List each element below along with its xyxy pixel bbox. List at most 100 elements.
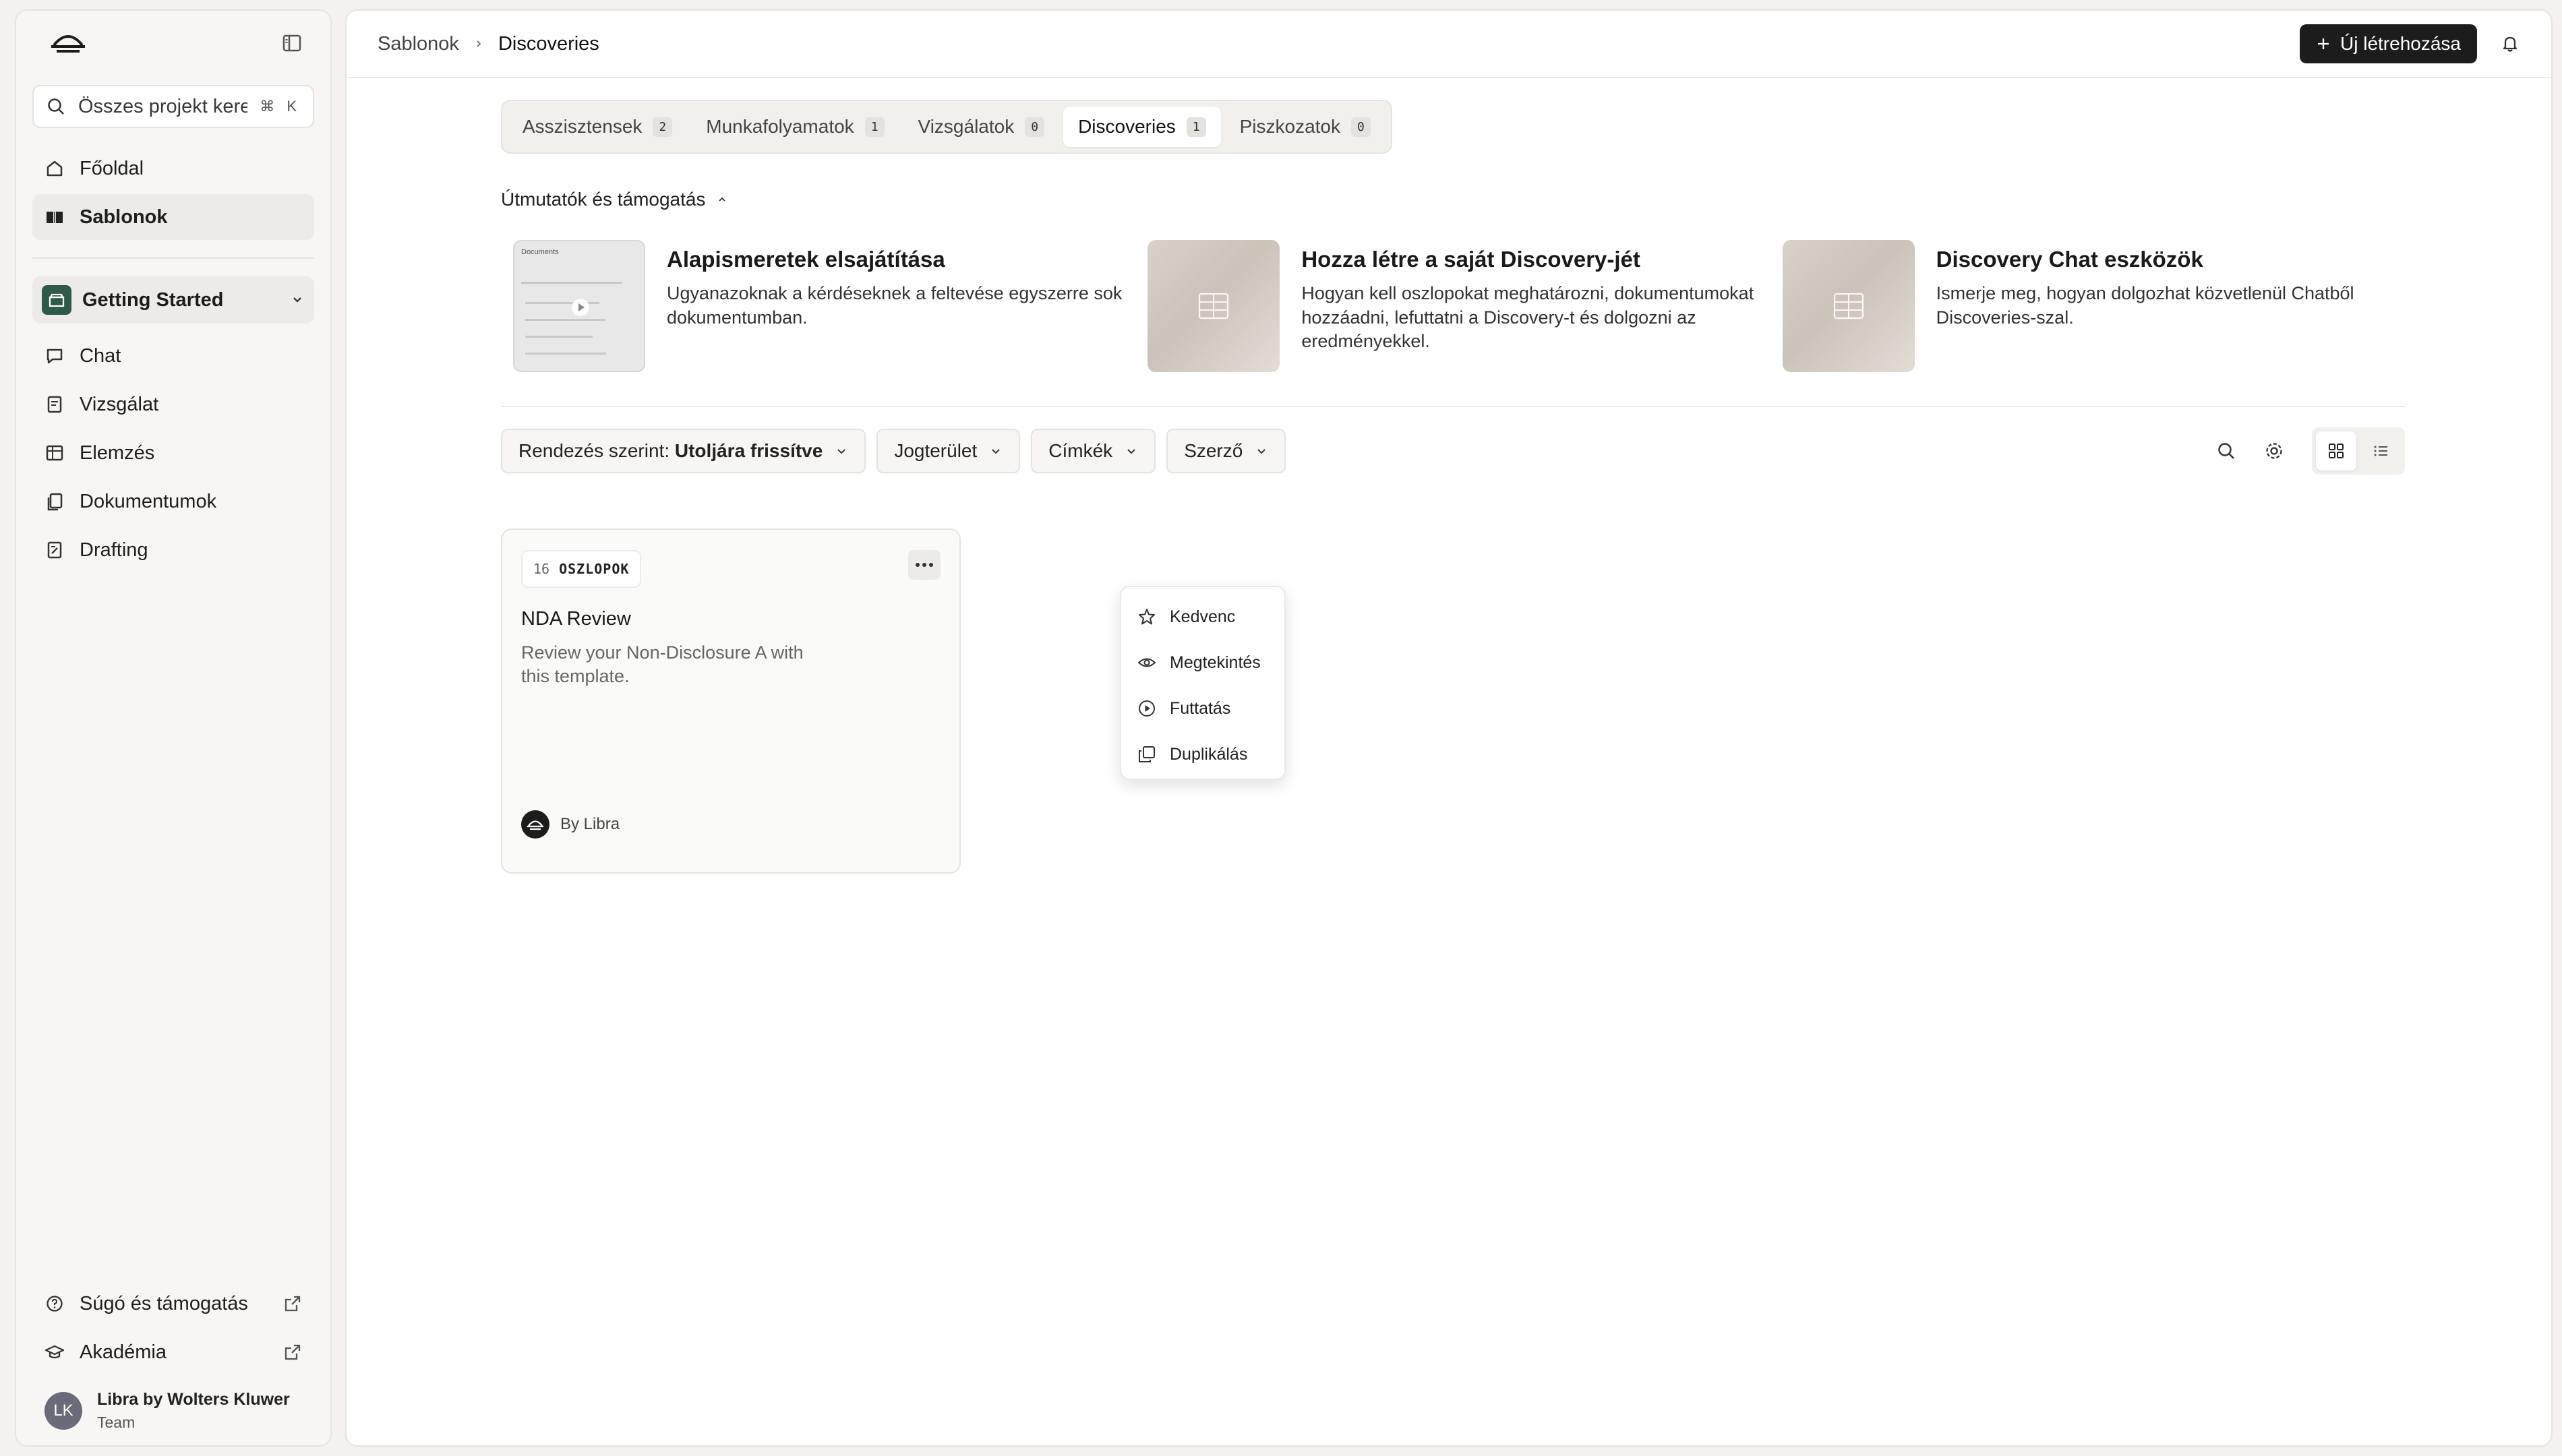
more-options-button[interactable] [908, 550, 941, 580]
search-input[interactable]: Összes projekt kere... [78, 96, 247, 118]
tab-drafts[interactable]: Piszkozatok 0 [1225, 107, 1386, 147]
play-icon [1137, 699, 1156, 718]
grid-view-button[interactable] [2316, 431, 2356, 471]
play-icon [571, 298, 590, 317]
guide-card[interactable]: Documents Alapismeretek elsajátítása Ugy… [501, 240, 1135, 372]
project-selector[interactable]: Getting Started [32, 276, 314, 324]
tab-label: Asszisztensek [523, 116, 643, 137]
menu-item-duplicate[interactable]: Duplikálás [1121, 731, 1284, 777]
table-icon [1198, 293, 1229, 320]
tab-assistants[interactable]: Asszisztensek 2 [508, 107, 687, 147]
filter-bar: Rendezés szerint: Utoljára frissítve Jog… [501, 427, 2405, 475]
author-dropdown[interactable]: Szerző [1166, 429, 1286, 473]
libra-logo-icon [521, 810, 549, 839]
sort-dropdown[interactable]: Rendezés szerint: Utoljára frissítve [501, 429, 866, 473]
user-profile[interactable]: LK Libra by Wolters Kluwer Team [32, 1378, 314, 1432]
menu-label: Kedvenc [1170, 607, 1236, 626]
tab-workflows[interactable]: Munkafolyamatok 1 [691, 107, 899, 147]
breadcrumb: Sablonok Discoveries [378, 33, 599, 55]
menu-item-favorite[interactable]: Kedvenc [1121, 594, 1284, 640]
card-title: NDA Review [521, 608, 631, 630]
documents-icon [44, 491, 65, 512]
columns-badge: 16 OSZLOPOK [521, 550, 642, 588]
book-icon [44, 207, 65, 227]
nav-item-documents[interactable]: Dokumentumok [32, 479, 314, 524]
tab-discoveries[interactable]: Discoveries 1 [1063, 107, 1221, 147]
tags-label: Címkék [1048, 440, 1113, 461]
guide-card[interactable]: Discovery Chat eszközök Ismerje meg, hog… [1770, 240, 2405, 372]
guide-desc: Ugyanazoknak a kérdéseknek a feltevése e… [667, 283, 1123, 328]
template-card[interactable]: 16 OSZLOPOK NDA Review Review your Non-D… [501, 528, 961, 874]
user-name: Libra by Wolters Kluwer [97, 1390, 290, 1409]
guide-card[interactable]: Hozza létre a saját Discovery-jét Hogyan… [1135, 240, 1770, 372]
nav-item-home[interactable]: Főoldal [32, 146, 314, 191]
menu-label: Futtatás [1170, 698, 1231, 718]
guides-toggle[interactable]: Útmutatók és támogatás [501, 189, 2405, 210]
nav-item-drafting[interactable]: Drafting [32, 527, 314, 573]
chevron-right-icon [474, 39, 483, 49]
sort-label: Rendezés szerint: Utoljára frissítve [518, 440, 823, 461]
breadcrumb-templates[interactable]: Sablonok [378, 33, 459, 55]
project-search[interactable]: Összes projekt kere... ⌘ K [32, 85, 314, 128]
nav-label: Vizsgálat [80, 393, 159, 415]
settings-gear-icon[interactable] [2263, 440, 2285, 462]
guide-text: Discovery Chat eszközök Ismerje meg, hog… [1936, 240, 2405, 372]
tab-count: 1 [864, 117, 885, 137]
nav-item-templates[interactable]: Sablonok [32, 194, 314, 240]
columns-label: OSZLOPOK [559, 561, 630, 577]
tab-label: Munkafolyamatok [706, 116, 854, 137]
create-new-label: Új létrehozása [2340, 33, 2461, 54]
list-icon [2372, 442, 2389, 460]
nav-label: Dokumentumok [80, 490, 217, 512]
external-link-icon [283, 1343, 302, 1362]
collapse-sidebar-icon[interactable] [282, 33, 302, 53]
menu-label: Duplikálás [1170, 744, 1248, 764]
external-link-icon [283, 1294, 302, 1313]
template-tabs: Asszisztensek 2 Munkafolyamatok 1 Vizsgála… [501, 100, 1392, 154]
user-team: Team [97, 1414, 136, 1431]
project-name: Getting Started [82, 289, 224, 311]
star-icon [1137, 607, 1156, 626]
sidebar: Összes projekt kere... ⌘ K Főoldal Sablo… [15, 9, 332, 1447]
tab-count: 1 [1186, 117, 1206, 137]
chevron-down-icon [1255, 444, 1268, 458]
nav-item-chat[interactable]: Chat [32, 333, 314, 379]
view-controls [2216, 427, 2405, 475]
topbar: Sablonok Discoveries Új létrehozása [347, 11, 2551, 78]
nav-item-academy[interactable]: Akadémia [32, 1329, 314, 1375]
chat-icon [44, 346, 65, 366]
nav-item-analysis[interactable]: Elemzés [32, 430, 314, 476]
bell-icon[interactable] [2500, 34, 2520, 54]
guide-desc: Ismerje meg, hogyan dolgozhat közvetlenü… [1936, 283, 2354, 328]
tab-count: 0 [1025, 117, 1045, 137]
guide-title: Hozza létre a saját Discovery-jét [1301, 247, 1640, 272]
top-actions: Új létrehozása [2300, 24, 2520, 63]
tab-count: 2 [653, 117, 673, 137]
list-view-button[interactable] [2360, 431, 2401, 471]
tab-reviews[interactable]: Vizsgálatok 0 [903, 107, 1060, 147]
search-icon[interactable] [2216, 441, 2236, 461]
menu-item-run[interactable]: Futtatás [1121, 686, 1284, 731]
menu-item-view[interactable]: Megtekintés [1121, 640, 1284, 686]
guide-thumbnail [1148, 240, 1280, 372]
libra-logo-icon[interactable] [50, 32, 86, 55]
guide-text: Hozza létre a saját Discovery-jét Hogyan… [1301, 240, 1770, 372]
guides-heading: Útmutatók és támogatás [501, 189, 706, 210]
author-name: By Libra [560, 815, 620, 833]
main-nav: Főoldal Sablonok [32, 146, 314, 240]
tab-count: 0 [1351, 117, 1371, 137]
jurisdiction-dropdown[interactable]: Jogterület [876, 429, 1021, 473]
chevron-down-icon [1125, 444, 1138, 458]
plus-icon [2316, 36, 2331, 51]
tags-dropdown[interactable]: Címkék [1031, 429, 1156, 473]
main-panel: Sablonok Discoveries Új létrehozása Assz… [345, 9, 2553, 1447]
nav-label: Elemzés [80, 442, 155, 464]
breadcrumb-discoveries: Discoveries [498, 32, 599, 55]
project-nav: Chat Vizsgálat Elemzés Dokumentumok Draf… [32, 333, 314, 573]
nav-label: Súgó és támogatás [80, 1292, 248, 1314]
nav-item-review[interactable]: Vizsgálat [32, 382, 314, 427]
home-icon [44, 158, 65, 179]
guide-text: Alapismeretek elsajátítása Ugyanazoknak … [667, 240, 1135, 372]
nav-item-help[interactable]: Súgó és támogatás [32, 1281, 314, 1327]
create-new-button[interactable]: Új létrehozása [2300, 24, 2477, 63]
